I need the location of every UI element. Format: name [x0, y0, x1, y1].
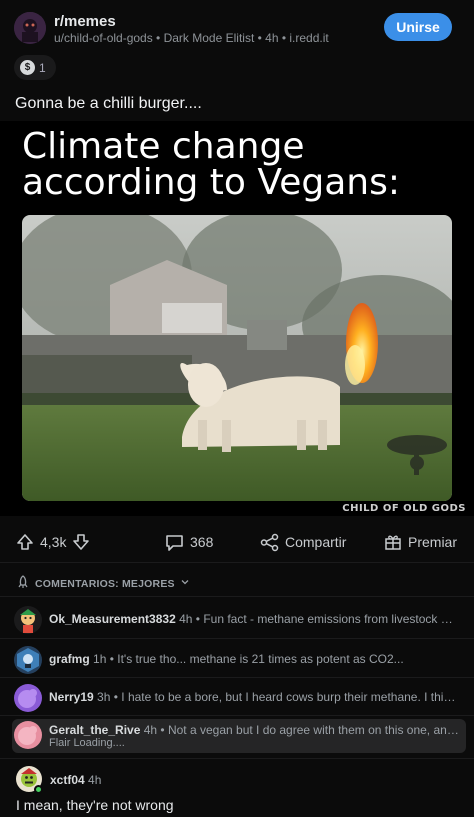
join-button[interactable]: Unirse: [384, 13, 452, 41]
divider: [0, 596, 474, 597]
comment-snippet: I hate to be a bore, but I heard cows bu…: [121, 690, 459, 704]
post-actions: 4,3k 368 Compartir Premiar: [0, 524, 474, 560]
post-title: Gonna be a chilli burger....: [15, 95, 202, 112]
comment-item[interactable]: Nerry19 3h • I hate to be a bore, but I …: [12, 682, 466, 716]
award-label: Premiar: [408, 534, 458, 550]
user-flair: Flair Loading....: [49, 737, 125, 749]
award-icon: $: [20, 60, 35, 75]
sort-label: COMENTARIOS: MEJORES: [35, 577, 175, 590]
user-avatar[interactable]: [14, 606, 42, 634]
post-meta: u/child-of-old-gods • Dark Mode Elitist …: [54, 31, 329, 45]
top-comment[interactable]: xctf04 4h I mean, they're not wrong: [0, 760, 474, 817]
divider: [0, 562, 474, 563]
comment-line: Ok_Measurement3832 4h • Fun fact - metha…: [49, 612, 459, 626]
comment-line: Nerry19 3h • I hate to be a bore, but I …: [49, 690, 459, 704]
gift-icon: [384, 533, 402, 551]
divider: [0, 677, 474, 678]
comment-item[interactable]: Ok_Measurement3832 4h • Fun fact - metha…: [12, 604, 466, 638]
comment-time: 3h: [97, 690, 111, 704]
post-image[interactable]: Climate change according to Vegans: CHIL…: [0, 121, 474, 516]
comment-snippet: It's true tho... methane is 21 times as …: [117, 652, 404, 666]
online-status-indicator: [34, 785, 43, 794]
comment-line: grafmg 1h • It's true tho... methane is …: [49, 652, 404, 666]
comment-icon: [165, 533, 184, 552]
comment-username[interactable]: xctf04: [50, 773, 85, 787]
meme-watermark: CHILD OF OLD GODS: [342, 503, 466, 514]
comment-header: xctf04 4h: [50, 773, 101, 787]
share-icon: [260, 533, 279, 552]
divider: [0, 638, 474, 639]
comment-username[interactable]: Geralt_the_Rive: [49, 723, 140, 737]
share-label: Compartir: [285, 534, 347, 550]
subreddit-name[interactable]: r/memes: [54, 13, 116, 30]
vote-count: 4,3k: [40, 534, 67, 550]
award-button[interactable]: Premiar: [384, 532, 457, 552]
comments-button[interactable]: 368: [165, 532, 213, 552]
award-count: 1: [39, 60, 46, 75]
comment-username[interactable]: grafmg: [49, 652, 90, 666]
award-badge[interactable]: $ 1: [14, 55, 56, 80]
user-avatar[interactable]: [14, 684, 42, 712]
subreddit-avatar[interactable]: [14, 12, 46, 44]
comment-count: 368: [190, 534, 214, 550]
user-avatar[interactable]: [14, 721, 42, 749]
comment-username[interactable]: Nerry19: [49, 690, 94, 704]
meme-caption: Climate change according to Vegans:: [22, 126, 400, 203]
upvote-icon[interactable]: [16, 533, 34, 551]
comment-item[interactable]: Geralt_the_Rive 4h • Not a vegan but I d…: [12, 719, 466, 753]
comment-body: I mean, they're not wrong: [16, 797, 174, 813]
comment-item[interactable]: grafmg 1h • It's true tho... methane is …: [12, 644, 466, 678]
comment-time: 1h: [93, 652, 107, 666]
comment-username[interactable]: Ok_Measurement3832: [49, 612, 176, 626]
user-avatar[interactable]: [14, 646, 42, 674]
rocket-icon: [16, 575, 30, 592]
comment-snippet: Not a vegan but I do agree with them on …: [167, 723, 459, 737]
comment-snippet: Fun fact - methane emissions from livest…: [203, 612, 459, 626]
comment-sort[interactable]: COMENTARIOS: MEJORES: [16, 575, 190, 592]
cow-photo: [22, 215, 452, 501]
divider: [0, 715, 474, 716]
comment-line: Geralt_the_Rive 4h • Not a vegan but I d…: [49, 723, 459, 737]
comment-time: 4h: [179, 612, 193, 626]
vote-bar: 4,3k: [16, 532, 90, 552]
comment-time: 4h: [143, 723, 158, 737]
divider: [0, 758, 474, 759]
share-button[interactable]: Compartir: [260, 532, 346, 552]
comment-time: 4h: [88, 773, 102, 787]
downvote-icon[interactable]: [72, 533, 90, 551]
post-header: r/memes u/child-of-old-gods • Dark Mode …: [0, 0, 474, 56]
chevron-down-icon: [180, 577, 190, 590]
